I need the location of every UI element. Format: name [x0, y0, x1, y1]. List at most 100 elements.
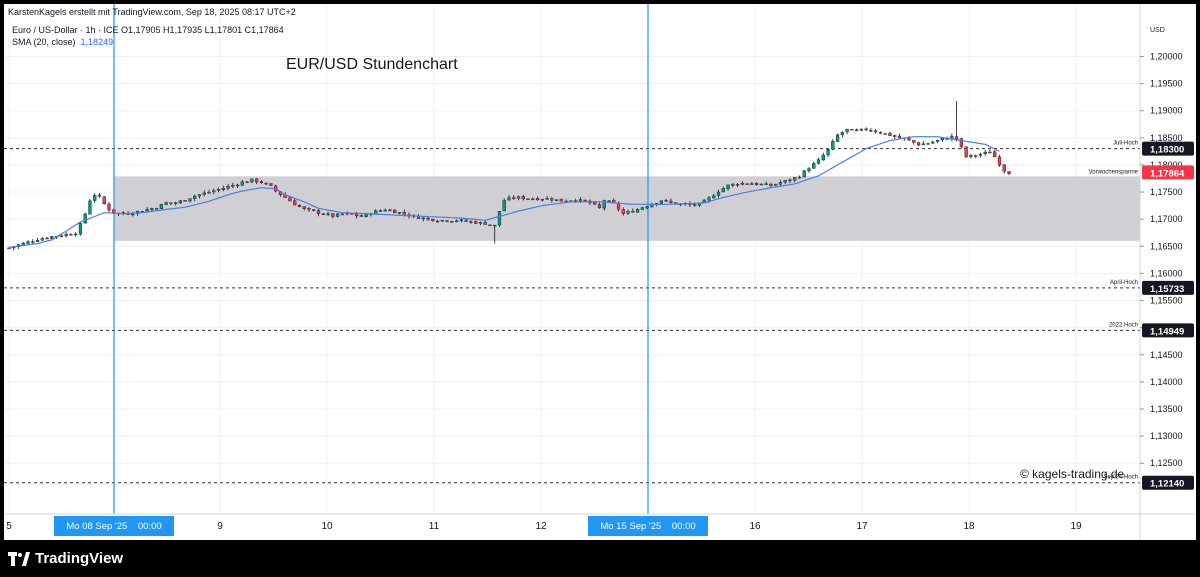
price-tick-label: 1,12500: [1150, 458, 1183, 468]
candle-body: [464, 219, 468, 222]
watermark: © kagels-trading.de: [1020, 467, 1125, 481]
zone-label: Vorwochenspanne: [1089, 169, 1139, 175]
level-label: 2022 Hoch: [1109, 322, 1138, 328]
level-price-text: 1,12140: [1150, 479, 1184, 490]
candle-body: [335, 213, 340, 217]
candle-body: [478, 222, 483, 224]
candle-body: [183, 200, 187, 202]
candle-body: [978, 153, 983, 156]
candle-body: [621, 209, 625, 214]
candle-body: [512, 197, 516, 199]
candle-body: [40, 238, 44, 241]
candle-body: [174, 202, 178, 204]
candle-body: [459, 219, 464, 221]
candle-body: [802, 170, 806, 178]
price-tick-label: 1,18500: [1150, 133, 1183, 143]
candle-body: [888, 132, 892, 136]
candle-body: [378, 210, 383, 212]
time-tick-label: 9: [217, 521, 223, 532]
tradingview-logo[interactable]: TradingView: [8, 550, 123, 567]
time-tick-label: 10: [321, 521, 333, 532]
candle-body: [521, 196, 525, 200]
candle-body: [731, 183, 735, 186]
date-marker-text: Mo 08 Sep '25 00:00: [66, 521, 161, 532]
candle-body: [545, 198, 549, 200]
candle-body: [593, 202, 597, 205]
candle-body: [983, 151, 987, 154]
candle-body: [745, 183, 749, 185]
sma-legend[interactable]: SMA (20, close) 1,18249: [12, 37, 113, 47]
candle-body: [840, 132, 844, 136]
chart-area[interactable]: Vorwochenspanne Juli-Hoch April-Hoch 2022 …: [4, 4, 1196, 540]
time-tick-label: 16: [749, 521, 761, 532]
candle-body: [607, 200, 611, 203]
candle-body: [640, 207, 644, 210]
candle-body: [221, 187, 225, 190]
candle-body: [554, 199, 559, 202]
candle-body: [250, 178, 254, 183]
level-price-text: 1,15733: [1150, 284, 1184, 295]
candle-body: [1007, 171, 1011, 174]
candle-body: [164, 202, 168, 205]
time-axis[interactable]: 5 9 10 11 12 16 17 18 19 Mo 08 Sep '25 00:00 Mo 15…: [4, 513, 1196, 536]
candle-body: [312, 209, 316, 211]
candle-body: [726, 184, 730, 189]
candle-body: [169, 202, 173, 204]
candle-body: [669, 200, 673, 203]
candle-body: [974, 155, 978, 157]
candle-body: [626, 211, 630, 214]
candle-body: [850, 129, 854, 131]
level-label: April-Hoch: [1110, 280, 1138, 286]
candle-body: [150, 208, 154, 210]
candle-body: [497, 210, 502, 226]
candle-body: [226, 186, 230, 189]
candle-body: [916, 142, 921, 146]
candle-body: [954, 136, 959, 140]
chart-frame: Vorwochenspanne Juli-Hoch April-Hoch 2022 …: [0, 0, 1200, 577]
footer-bar: TradingView: [0, 540, 1200, 577]
sma-value: 1,18249: [80, 37, 114, 47]
candle-body: [435, 220, 440, 223]
price-tick-label: 1,17500: [1150, 187, 1183, 197]
candle-body: [912, 140, 916, 143]
candle-body: [493, 224, 497, 227]
candle-body: [7, 247, 11, 250]
date-marker-text: Mo 15 Sep '25 00:00: [600, 521, 695, 532]
candle-body: [83, 213, 87, 224]
candle-body: [845, 128, 849, 133]
chart-svg[interactable]: Vorwochenspanne Juli-Hoch April-Hoch 2022 …: [4, 4, 1196, 540]
candle-body: [78, 223, 83, 235]
price-tick-label: 1,14500: [1150, 350, 1183, 360]
candle-body: [388, 209, 392, 212]
candle-body: [188, 198, 192, 202]
time-tick-label: 19: [1070, 521, 1082, 532]
candle-body: [878, 132, 883, 134]
candle-body: [550, 198, 554, 201]
price-tick-label: 1,14000: [1150, 377, 1183, 387]
zone-layer: Vorwochenspanne: [114, 169, 1140, 241]
time-tick-label: 18: [963, 521, 975, 532]
candle-body: [721, 188, 725, 193]
candle-body: [245, 181, 249, 184]
candle-body: [154, 208, 159, 210]
candle-body: [897, 135, 902, 139]
candle-body: [859, 128, 864, 131]
candle-body: [693, 204, 697, 206]
candle-body: [831, 141, 835, 150]
candle-body: [502, 200, 506, 212]
candle-body: [969, 154, 973, 157]
candle-body: [931, 141, 935, 144]
candle-body: [664, 199, 668, 202]
candle-body: [821, 154, 825, 161]
last-price-text: 1,17864: [1150, 168, 1185, 179]
candle-body: [874, 130, 878, 133]
candle-body: [178, 200, 183, 204]
candle-body: [321, 213, 325, 216]
candle-body: [359, 215, 364, 217]
symbol-legend[interactable]: Euro / US-Dollar · 1h · ICE O1,17905 H1,…: [12, 25, 284, 35]
candle-body: [935, 139, 940, 142]
price-axis[interactable]: USD1,200001,195001,190001,185001,180001,…: [1139, 4, 1194, 540]
candle-body: [331, 213, 335, 217]
candle-body: [383, 209, 387, 212]
candle-body: [26, 241, 30, 244]
